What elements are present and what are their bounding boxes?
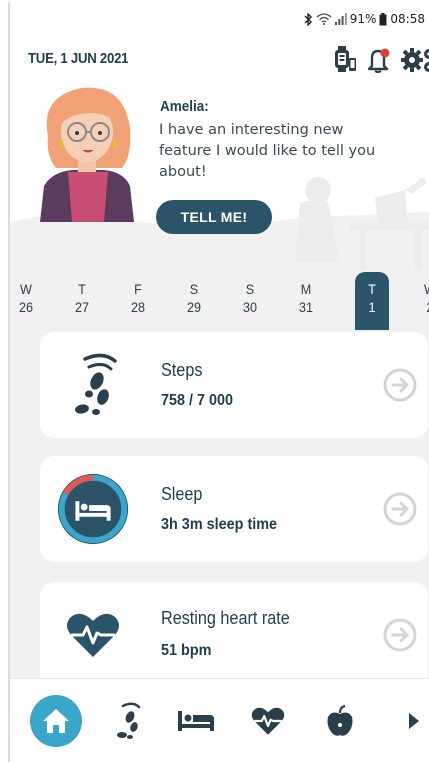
footsteps-icon — [117, 702, 141, 739]
heart-rate-value: 51 bpm — [161, 642, 212, 659]
sleep-value: 3h 3m sleep time — [161, 516, 278, 533]
week-day-selector: W26 T27 F28 S29 S30 M31 T1 W2 — [10, 272, 429, 330]
battery-percent: 91% — [349, 12, 377, 26]
current-date: TUE, 1 JUN 2021 — [28, 50, 129, 67]
arrow-right-circle-icon[interactable] — [382, 367, 418, 403]
tell-me-button[interactable]: TELL ME! — [156, 200, 272, 234]
steps-title: Steps — [161, 360, 203, 380]
day-item-selected[interactable]: T1 — [356, 280, 388, 316]
heart-rate-icon — [54, 596, 132, 674]
arrow-right-circle-icon[interactable] — [382, 617, 418, 653]
nav-home[interactable] — [30, 695, 82, 747]
assistant-avatar — [40, 87, 134, 222]
heart-rate-title: Resting heart rate — [161, 608, 290, 628]
day-item[interactable]: W2 — [414, 280, 429, 316]
day-item[interactable]: F 28 — [122, 280, 154, 316]
nav-sleep[interactable] — [170, 695, 222, 747]
assistant-name: Amelia: — [160, 98, 209, 115]
sleep-card[interactable]: Sleep 3h 3m sleep time — [40, 456, 428, 562]
sleep-title: Sleep — [161, 484, 203, 504]
nav-nutrition[interactable] — [314, 695, 366, 747]
assistant-message: I have an interesting new feature I woul… — [159, 122, 376, 180]
heart-rate-icon — [251, 707, 285, 735]
bottom-navigation — [10, 678, 429, 762]
assistant-banner: Amelia: I have an interesting new featur… — [10, 72, 429, 272]
sleep-ring — [54, 470, 132, 548]
app-screen: 91% 08:58 TUE, 1 JUN 2021 Amelia: I have… — [8, 2, 429, 762]
steps-value: 758 / 7 000 — [161, 392, 234, 409]
day-item[interactable]: M 31 — [290, 280, 322, 316]
signal-icon — [334, 13, 347, 25]
day-item[interactable]: T 27 — [66, 280, 98, 316]
footsteps-icon — [54, 346, 132, 424]
clock-time: 08:58 — [390, 12, 425, 26]
nav-more[interactable] — [388, 695, 429, 747]
status-bar: 91% 08:58 — [303, 12, 425, 26]
day-item[interactable]: S 29 — [178, 280, 210, 316]
arrow-right-circle-icon[interactable] — [382, 491, 418, 527]
apple-icon — [327, 705, 353, 736]
day-item[interactable]: W 26 — [10, 280, 42, 316]
activity-cards-list: Steps 758 / 7 000 Sleep 3h 3m sleep time… — [10, 330, 429, 678]
home-icon — [43, 709, 69, 733]
play-arrow-icon — [409, 713, 419, 729]
day-item[interactable]: S 30 — [234, 280, 266, 316]
wifi-icon — [316, 13, 332, 25]
nav-heart-rate[interactable] — [242, 695, 294, 747]
nav-steps[interactable] — [102, 695, 154, 747]
battery-icon — [379, 12, 387, 26]
bed-icon — [178, 711, 214, 731]
resting-heart-rate-card[interactable]: Resting heart rate 51 bpm — [40, 582, 428, 678]
steps-card[interactable]: Steps 758 / 7 000 — [40, 332, 428, 438]
bluetooth-icon — [303, 12, 313, 26]
